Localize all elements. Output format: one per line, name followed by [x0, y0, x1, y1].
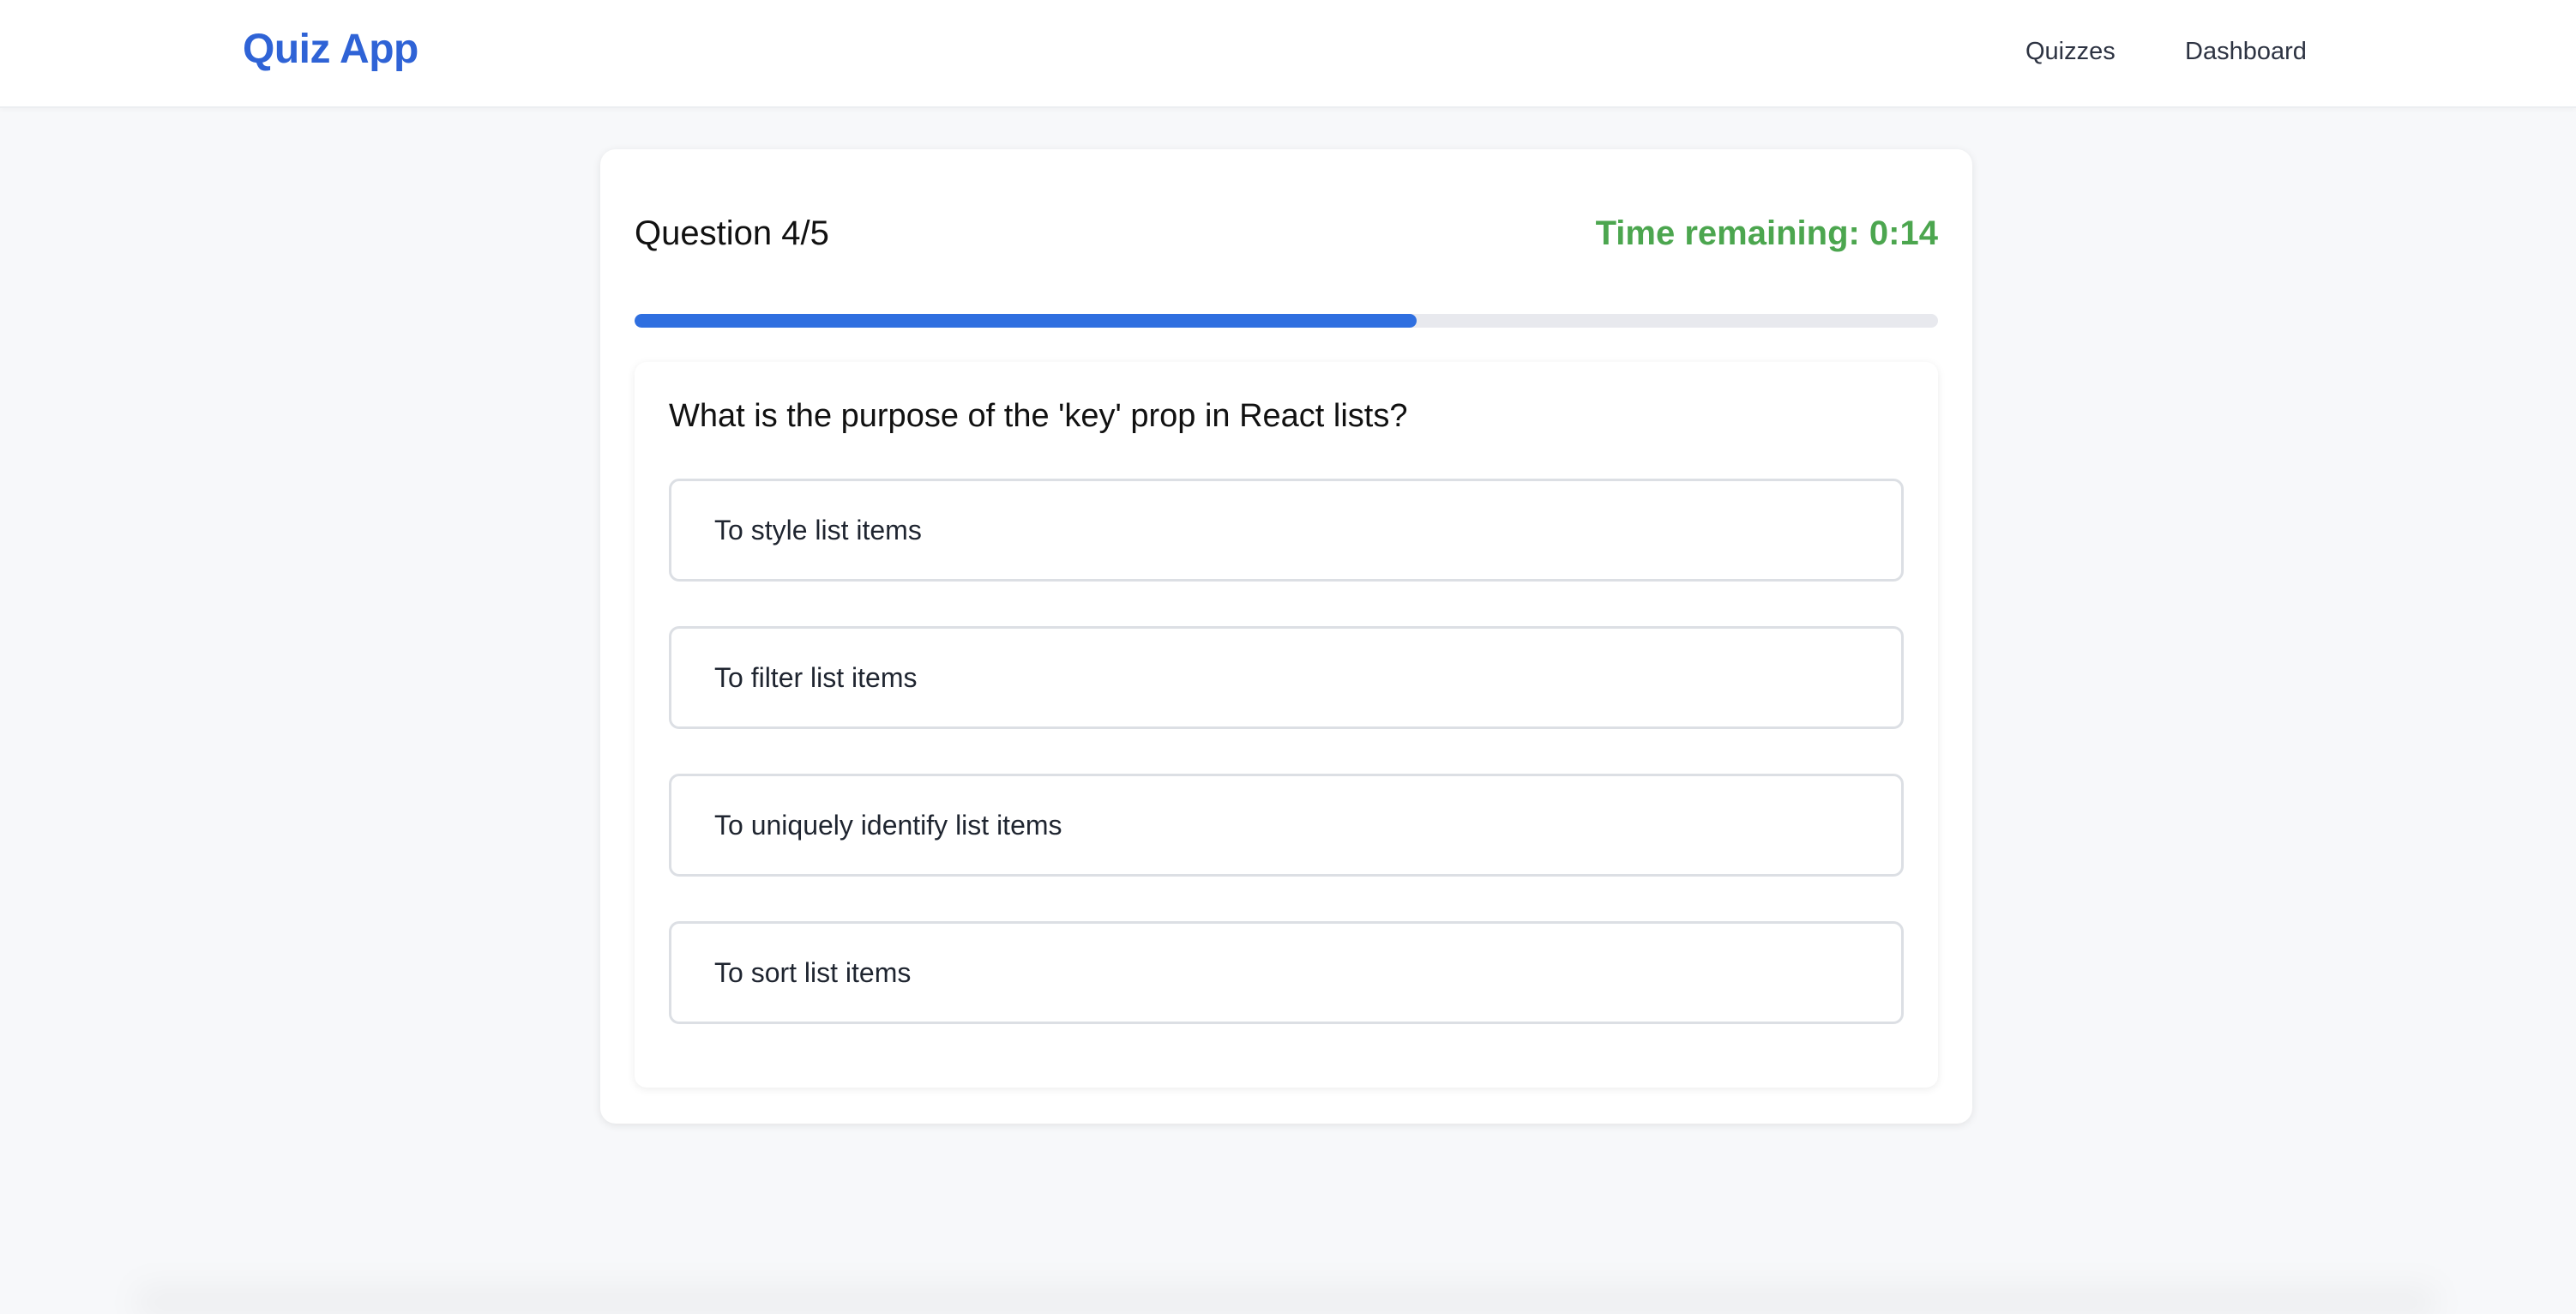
answer-option[interactable]: To uniquely identify list items [669, 774, 1904, 877]
progress-bar-fill [635, 314, 1417, 328]
app-logo[interactable]: Quiz App [243, 26, 418, 73]
question-counter: Question 4/5 [635, 214, 829, 252]
answer-options: To style list items To filter list items… [669, 479, 1904, 1069]
answer-option-label: To style list items [714, 514, 922, 545]
answer-option-label: To uniquely identify list items [714, 809, 1062, 841]
nav-link-dashboard[interactable]: Dashboard [2185, 38, 2307, 66]
answer-option[interactable]: To style list items [669, 479, 1904, 582]
answer-option[interactable]: To sort list items [669, 921, 1904, 1024]
question-panel: What is the purpose of the 'key' prop in… [635, 362, 1938, 1088]
nav-link-quizzes[interactable]: Quizzes [2025, 38, 2116, 66]
question-text: What is the purpose of the 'key' prop in… [669, 398, 1408, 434]
answer-option[interactable]: To filter list items [669, 626, 1904, 729]
time-remaining: Time remaining: 0:14 [1595, 214, 1938, 252]
answer-option-label: To sort list items [714, 956, 912, 988]
bottom-shadow [137, 1278, 2435, 1314]
progress-bar [635, 314, 1938, 328]
top-navbar: Quiz App Quizzes Dashboard [0, 0, 2576, 108]
answer-option-label: To filter list items [714, 661, 918, 693]
quiz-card: Question 4/5 Time remaining: 0:14 What i… [600, 149, 1972, 1124]
